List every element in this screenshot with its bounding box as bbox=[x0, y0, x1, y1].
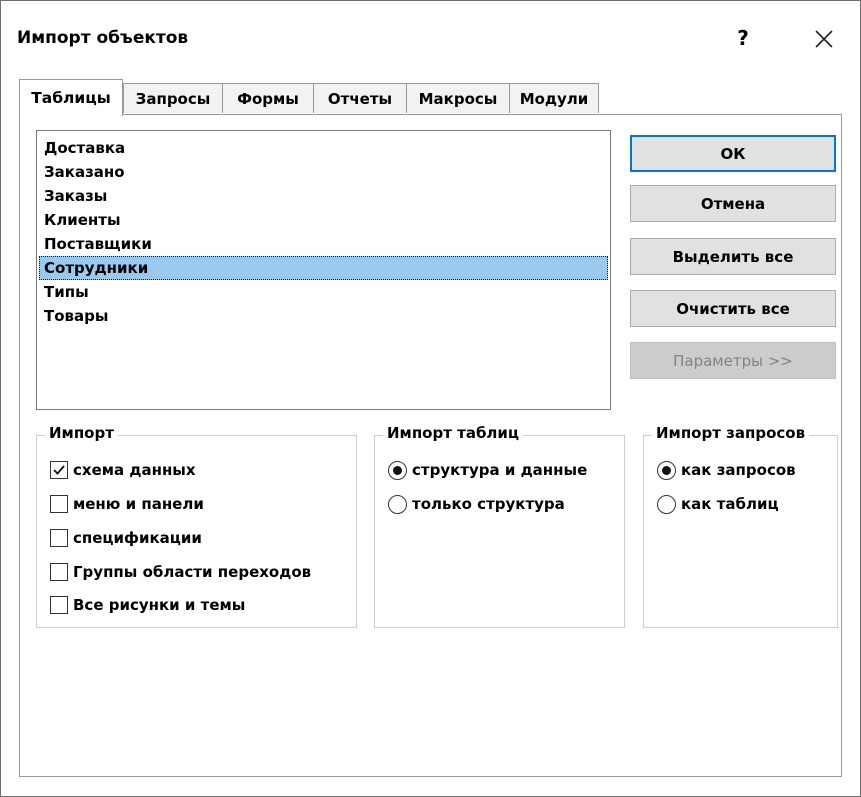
checkbox-box bbox=[50, 596, 68, 614]
import-tables-group-label: Импорт таблиц bbox=[383, 424, 524, 442]
radio-dot-icon bbox=[662, 465, 671, 475]
structure-only-radio[interactable]: только структура bbox=[388, 492, 565, 516]
tab-tables[interactable]: Таблицы bbox=[19, 79, 123, 116]
checkbox-label: Группы области переходов bbox=[73, 563, 312, 581]
close-icon bbox=[815, 30, 833, 48]
list-item-selected[interactable]: Сотрудники bbox=[39, 256, 608, 280]
checkbox-label: меню и панели bbox=[73, 495, 204, 513]
list-item[interactable]: Поставщики bbox=[39, 232, 608, 256]
structure-and-data-radio[interactable]: структура и данные bbox=[388, 458, 587, 482]
import-objects-dialog: Импорт объектов ? Таблицы Запросы Формы … bbox=[0, 0, 861, 797]
list-item[interactable]: Заказано bbox=[39, 160, 608, 184]
nav-groups-checkbox[interactable]: Группы области переходов bbox=[50, 560, 311, 584]
import-queries-group-label: Импорт запросов bbox=[652, 424, 810, 442]
checkbox-box bbox=[50, 563, 68, 581]
radio-label: как запросов bbox=[681, 461, 796, 479]
help-button[interactable]: ? bbox=[728, 21, 758, 55]
checkbox-label: Все рисунки и темы bbox=[73, 596, 246, 614]
checkbox-label: схема данных bbox=[73, 461, 196, 479]
options-button[interactable]: Параметры >> bbox=[630, 342, 836, 379]
import-group-label: Импорт bbox=[45, 424, 118, 442]
clear-all-button[interactable]: Очистить все bbox=[630, 290, 836, 327]
close-button[interactable] bbox=[806, 21, 842, 57]
ok-button[interactable]: ОК bbox=[630, 135, 836, 172]
radio-label: только структура bbox=[412, 495, 565, 513]
list-item[interactable]: Типы bbox=[39, 280, 608, 304]
as-tables-radio[interactable]: как таблиц bbox=[657, 492, 779, 516]
cancel-button[interactable]: Отмена bbox=[630, 185, 836, 222]
list-item[interactable]: Товары bbox=[39, 304, 608, 328]
specifications-checkbox[interactable]: спецификации bbox=[50, 526, 202, 550]
tab-reports[interactable]: Отчеты bbox=[313, 83, 407, 113]
tab-forms[interactable]: Формы bbox=[222, 83, 314, 113]
import-tables-group: Импорт таблиц структура и данные только … bbox=[374, 424, 625, 628]
radio-label: структура и данные bbox=[412, 461, 588, 479]
select-all-button[interactable]: Выделить все bbox=[630, 238, 836, 275]
radio-circle bbox=[657, 460, 676, 480]
checkbox-box bbox=[50, 529, 68, 547]
title-bar: Импорт объектов ? bbox=[1, 1, 860, 75]
import-group: Импорт схема данных меню и панели специф… bbox=[36, 424, 357, 628]
checkmark-icon bbox=[53, 465, 65, 475]
import-queries-group: Импорт запросов как запросов как таблиц bbox=[643, 424, 838, 628]
images-themes-checkbox[interactable]: Все рисунки и темы bbox=[50, 593, 245, 617]
list-item[interactable]: Доставка bbox=[39, 136, 608, 160]
checkbox-box bbox=[50, 461, 68, 479]
radio-circle bbox=[388, 460, 407, 480]
tab-modules[interactable]: Модули bbox=[509, 83, 599, 113]
tab-strip: Таблицы Запросы Формы Отчеты Макросы Мод… bbox=[19, 79, 639, 116]
checkbox-box bbox=[50, 495, 68, 513]
checkbox-label: спецификации bbox=[73, 529, 202, 547]
tab-macros[interactable]: Макросы bbox=[406, 83, 510, 113]
data-schema-checkbox[interactable]: схема данных bbox=[50, 458, 196, 482]
radio-dot-icon bbox=[393, 465, 402, 475]
radio-circle bbox=[388, 494, 407, 514]
tab-queries[interactable]: Запросы bbox=[123, 83, 223, 113]
as-queries-radio[interactable]: как запросов bbox=[657, 458, 796, 482]
menus-panels-checkbox[interactable]: меню и панели bbox=[50, 492, 204, 516]
list-item[interactable]: Клиенты bbox=[39, 208, 608, 232]
dialog-title: Импорт объектов bbox=[17, 28, 189, 48]
object-listbox[interactable]: Доставка Заказано Заказы Клиенты Поставщ… bbox=[36, 130, 611, 410]
radio-label: как таблиц bbox=[681, 495, 779, 513]
list-item[interactable]: Заказы bbox=[39, 184, 608, 208]
radio-circle bbox=[657, 494, 676, 514]
